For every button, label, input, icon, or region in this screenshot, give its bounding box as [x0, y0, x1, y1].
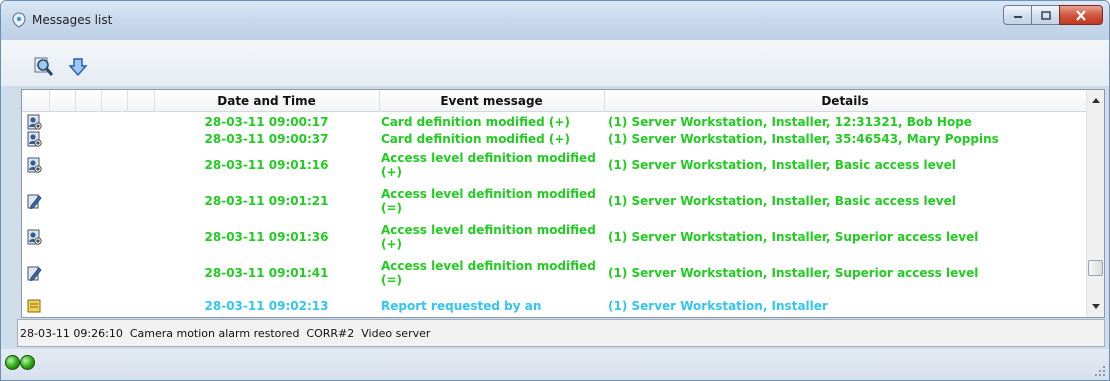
table-row[interactable]: 28-03-11 09:01:16 Access level definition…	[22, 147, 1086, 183]
row-date-cell: 28-03-11 09:00:37	[154, 130, 379, 147]
row-date-cell: 28-03-11 09:01:41	[154, 255, 379, 291]
row-event-cell: Report requested by an	[379, 291, 606, 317]
row-event-cell: Access level definition modified (=)	[379, 183, 606, 219]
row-date-cell: 28-03-11 09:00:17	[154, 113, 379, 130]
vertical-scrollbar[interactable]	[1086, 90, 1104, 317]
column-header-event[interactable]: Event message	[379, 90, 605, 111]
minimize-button[interactable]	[1003, 5, 1031, 25]
row-event: Access level definition modified (=)	[381, 259, 596, 287]
messages-list-window: Messages list Date and Time Event messag…	[0, 0, 1110, 381]
maximize-icon	[1040, 10, 1051, 20]
row-details-cell: (1) Server Workstation, Installer, Super…	[604, 219, 1086, 255]
last-event-status-bar: 28-03-11 09:26:10 Camera motion alarm re…	[17, 319, 1105, 347]
row-date: 28-03-11 09:01:16	[204, 158, 329, 172]
scroll-up-button[interactable]	[1087, 92, 1104, 109]
person-plus-icon	[24, 147, 44, 183]
column-header-icon[interactable]	[22, 90, 50, 111]
table-row[interactable]: 28-03-11 09:01:21 Access level definition…	[22, 183, 1086, 219]
row-date: 28-03-11 09:00:17	[204, 114, 329, 129]
row-event-cell: Access level definition modified (+)	[379, 147, 606, 183]
row-event: Card definition modified (+)	[381, 114, 570, 129]
column-header-blank[interactable]	[127, 90, 155, 111]
column-header-blank[interactable]	[49, 90, 76, 111]
row-details-cell: (1) Server Workstation, Installer, Basic…	[604, 183, 1086, 219]
arrow-up-icon	[1091, 98, 1100, 103]
row-details: (1) Server Workstation, Installer, 35:46…	[608, 131, 999, 146]
row-date: 28-03-11 09:01:21	[204, 194, 329, 208]
title-bar[interactable]: Messages list	[1, 1, 1109, 39]
row-date: 28-03-11 09:02:13	[204, 299, 329, 313]
window-controls	[1003, 5, 1103, 25]
row-event-cell: Card definition modified (+)	[379, 113, 606, 130]
row-date: 28-03-11 09:01:41	[204, 266, 329, 280]
column-header-date[interactable]: Date and Time	[154, 90, 380, 111]
row-event: Report requested by an	[381, 299, 542, 313]
edit-pencil-icon	[24, 255, 44, 291]
scroll-down-button[interactable]	[1087, 298, 1104, 315]
row-date-cell: 28-03-11 09:01:16	[154, 147, 379, 183]
bottom-status-bar	[1, 349, 1109, 380]
table-row[interactable]: 28-03-11 09:02:13 Report requested by an (…	[22, 291, 1086, 317]
row-date: 28-03-11 09:01:36	[204, 230, 329, 244]
table-row[interactable]: 28-03-11 09:00:17 Card definition modifie…	[22, 113, 1086, 130]
row-details: (1) Server Workstation, Installer, Basic…	[608, 194, 956, 208]
row-details: (1) Server Workstation, Installer	[608, 299, 828, 313]
table-row[interactable]: 28-03-11 09:01:41 Access level definition…	[22, 255, 1086, 291]
toolbar	[1, 39, 1109, 86]
row-event: Access level definition modified (+)	[381, 223, 596, 251]
grid-header: Date and Time Event message Details	[22, 90, 1086, 112]
row-date-cell: 28-03-11 09:01:36	[154, 219, 379, 255]
row-details: (1) Server Workstation, Installer, 12:31…	[608, 114, 972, 129]
row-event: Access level definition modified (+)	[381, 151, 596, 179]
person-plus-icon	[24, 130, 44, 147]
row-details: (1) Server Workstation, Installer, Super…	[608, 266, 979, 280]
report-icon	[24, 291, 44, 317]
download-arrow-icon[interactable]	[67, 56, 89, 78]
row-event-cell: Access level definition modified (+)	[379, 219, 606, 255]
maximize-button[interactable]	[1031, 5, 1059, 25]
person-plus-icon	[24, 219, 44, 255]
close-icon	[1076, 9, 1086, 21]
row-details-cell: (1) Server Workstation, Installer, 12:31…	[604, 113, 1086, 130]
row-date: 28-03-11 09:00:37	[204, 131, 329, 146]
row-date-cell: 28-03-11 09:02:13	[154, 291, 379, 317]
row-event: Access level definition modified (=)	[381, 187, 596, 215]
app-icon	[12, 12, 26, 28]
green-led-icon	[5, 355, 20, 370]
search-icon[interactable]	[33, 56, 55, 78]
row-details: (1) Server Workstation, Installer, Basic…	[608, 158, 956, 172]
person-plus-icon	[24, 113, 44, 130]
column-header-blank[interactable]	[101, 90, 128, 111]
table-row[interactable]: 28-03-11 09:01:36 Access level definition…	[22, 219, 1086, 255]
column-header-blank[interactable]	[75, 90, 102, 111]
green-led-icon	[20, 355, 35, 370]
table-row[interactable]: 28-03-11 09:00:37 Card definition modifie…	[22, 130, 1086, 147]
row-details-cell: (1) Server Workstation, Installer, Super…	[604, 255, 1086, 291]
scrollbar-thumb[interactable]	[1088, 260, 1103, 276]
arrow-down-icon	[1091, 304, 1100, 309]
row-event-cell: Access level definition modified (=)	[379, 255, 606, 291]
minimize-icon	[1013, 16, 1022, 18]
row-event: Card definition modified (+)	[381, 131, 570, 146]
resize-grip-icon[interactable]	[1095, 366, 1105, 376]
edit-pencil-icon	[24, 183, 44, 219]
close-button[interactable]	[1059, 5, 1103, 25]
row-details-cell: (1) Server Workstation, Installer, Basic…	[604, 147, 1086, 183]
row-details-cell: (1) Server Workstation, Installer, 35:46…	[604, 130, 1086, 147]
grid-rows: 28-03-11 09:00:17 Card definition modifie…	[22, 112, 1086, 317]
row-event-cell: Card definition modified (+)	[379, 130, 606, 147]
column-header-details[interactable]: Details	[604, 90, 1086, 111]
last-event-text: 28-03-11 09:26:10 Camera motion alarm re…	[20, 326, 431, 340]
row-date-cell: 28-03-11 09:01:21	[154, 183, 379, 219]
row-details-cell: (1) Server Workstation, Installer	[604, 291, 1086, 317]
row-details: (1) Server Workstation, Installer, Super…	[608, 230, 979, 244]
window-title: Messages list	[32, 13, 113, 27]
messages-grid: Date and Time Event message Details 28-0…	[21, 89, 1105, 318]
